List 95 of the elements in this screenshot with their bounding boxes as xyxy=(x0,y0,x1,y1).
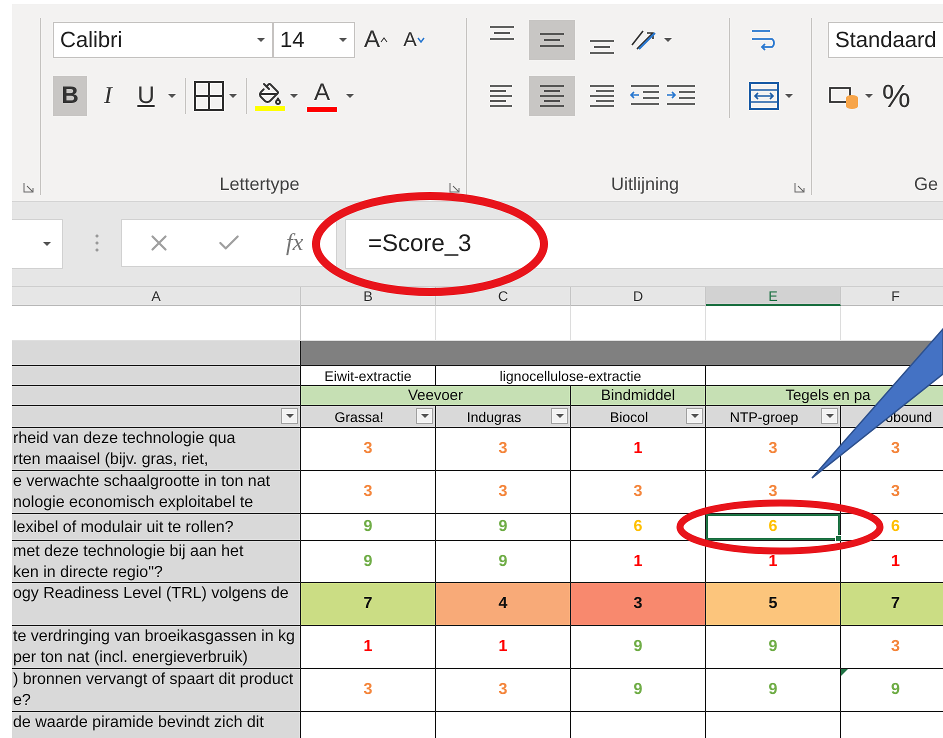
caret-icon[interactable] xyxy=(345,93,355,99)
column-name-cell: Indugras xyxy=(436,406,571,428)
horizontal-align-button[interactable] xyxy=(529,76,575,116)
score-cell[interactable]: 4 xyxy=(436,583,571,626)
caret-icon[interactable] xyxy=(256,37,266,43)
dialog-launcher-icon[interactable] xyxy=(23,182,34,193)
criterion-label: ogy Readiness Level (TRL) volgens de xyxy=(12,583,301,626)
percent-button[interactable]: % xyxy=(878,76,914,116)
group-label: Uitlijning xyxy=(610,174,680,195)
score-cell[interactable]: 3 xyxy=(706,428,841,471)
filter-dropdown[interactable] xyxy=(416,408,433,424)
header-cell: lignocellulose-extractie xyxy=(436,366,706,386)
caret-icon[interactable] xyxy=(167,93,177,99)
criterion-label: de waarde piramide bevindt zich dit xyxy=(12,712,301,738)
score-cell[interactable]: 7 xyxy=(841,583,943,626)
shrink-font-button[interactable]: A xyxy=(397,20,431,60)
caret-icon[interactable] xyxy=(228,93,238,99)
caret-icon[interactable] xyxy=(784,93,794,99)
caret-icon xyxy=(380,37,388,43)
underline-button[interactable]: U xyxy=(129,76,163,116)
caret-icon xyxy=(690,414,698,418)
criterion-label: te verdringing van broeikasgassen in kg per ton nat (incl. energieverbruik) xyxy=(12,626,301,669)
score-cell[interactable]: 3 xyxy=(301,428,436,471)
vertical-align-button[interactable] xyxy=(529,20,575,60)
column-name-cell: Biocol xyxy=(571,406,706,428)
score-cell[interactable]: 9 xyxy=(571,669,706,712)
caret-icon[interactable] xyxy=(42,241,52,247)
fill-color-icon[interactable] xyxy=(255,82,285,110)
score-cell[interactable]: 9 xyxy=(436,514,571,541)
font-color-button[interactable]: A xyxy=(303,76,341,116)
score-cell[interactable]: 1 xyxy=(436,626,571,669)
number-format-field[interactable]: Standaard xyxy=(828,22,943,58)
bold-button[interactable]: B xyxy=(53,76,87,116)
score-cell[interactable]: 9 xyxy=(706,626,841,669)
header-cell: Bindmiddel xyxy=(571,386,706,406)
caret-icon[interactable] xyxy=(864,93,874,99)
insert-function-button[interactable]: fx xyxy=(286,230,304,256)
caret-icon xyxy=(416,37,425,43)
filter-dropdown[interactable] xyxy=(686,408,703,424)
score-cell[interactable]: 3 xyxy=(301,471,436,514)
caret-icon[interactable] xyxy=(338,37,348,43)
header-cell: Eiwit-extractie xyxy=(301,366,436,386)
grip-icon xyxy=(95,233,99,253)
group-label: Lettertype xyxy=(219,174,300,195)
grow-font-button[interactable]: A xyxy=(359,20,393,60)
score-cell[interactable]: 9 xyxy=(301,514,436,541)
caret-icon[interactable] xyxy=(289,93,299,99)
score-cell[interactable]: 3 xyxy=(301,669,436,712)
caret-icon xyxy=(420,414,428,418)
font-size-field[interactable]: 14 xyxy=(273,22,355,58)
score-cell[interactable]: 3 xyxy=(436,428,571,471)
score-cell[interactable]: 1 xyxy=(841,541,943,583)
score-cell[interactable]: 3 xyxy=(571,583,706,626)
align-middle-icon xyxy=(538,33,566,47)
merge-cells-icon[interactable] xyxy=(748,81,780,111)
column-header[interactable]: F xyxy=(841,287,943,306)
criterion-label: lexibel of modulair uit te rollen? xyxy=(12,514,301,541)
filter-dropdown[interactable] xyxy=(551,408,568,424)
column-name-cell: NTP-groep xyxy=(706,406,841,428)
score-cell[interactable]: 1 xyxy=(301,626,436,669)
score-cell[interactable]: 9 xyxy=(841,669,943,712)
score-cell[interactable]: 3 xyxy=(436,669,571,712)
caret-icon[interactable] xyxy=(663,37,673,43)
column-header[interactable]: E xyxy=(706,287,841,306)
formula-field[interactable]: =Score_3 xyxy=(345,219,943,269)
column-header[interactable]: A xyxy=(12,287,301,306)
caret-icon xyxy=(286,414,294,418)
column-name-cell: Grassa! xyxy=(301,406,436,428)
borders-icon[interactable] xyxy=(194,81,224,111)
italic-button[interactable]: I xyxy=(91,76,125,116)
dialog-launcher-icon[interactable] xyxy=(449,182,460,193)
score-cell[interactable]: 7 xyxy=(301,583,436,626)
align-top-icon xyxy=(488,26,516,40)
score-cell[interactable]: 9 xyxy=(301,541,436,583)
caret-icon xyxy=(826,414,834,418)
score-cell[interactable]: 3 xyxy=(571,471,706,514)
align-right-icon xyxy=(588,83,616,109)
dialog-launcher-icon[interactable] xyxy=(794,182,805,193)
score-cell[interactable]: 1 xyxy=(571,428,706,471)
filter-dropdown[interactable] xyxy=(821,408,838,424)
score-cell[interactable]: 3 xyxy=(436,471,571,514)
header-cell: Veevoer xyxy=(301,386,571,406)
group-label: Ge xyxy=(914,174,938,195)
caret-icon xyxy=(556,414,564,418)
score-cell[interactable]: 5 xyxy=(706,583,841,626)
column-header[interactable]: D xyxy=(571,287,706,306)
score-cell[interactable]: 9 xyxy=(706,669,841,712)
score-cell[interactable]: 9 xyxy=(571,626,706,669)
filter-dropdown[interactable] xyxy=(281,408,298,424)
criterion-label: ) bronnen vervangt of spaart dit product e? xyxy=(12,669,301,712)
align-bottom-icon xyxy=(588,40,616,54)
score-cell[interactable]: 9 xyxy=(436,541,571,583)
font-name-field[interactable]: Calibri xyxy=(53,22,273,58)
criterion-label: met deze technologie bij aan het ken in directe regio"? xyxy=(12,541,301,583)
align-center-icon xyxy=(538,83,566,109)
